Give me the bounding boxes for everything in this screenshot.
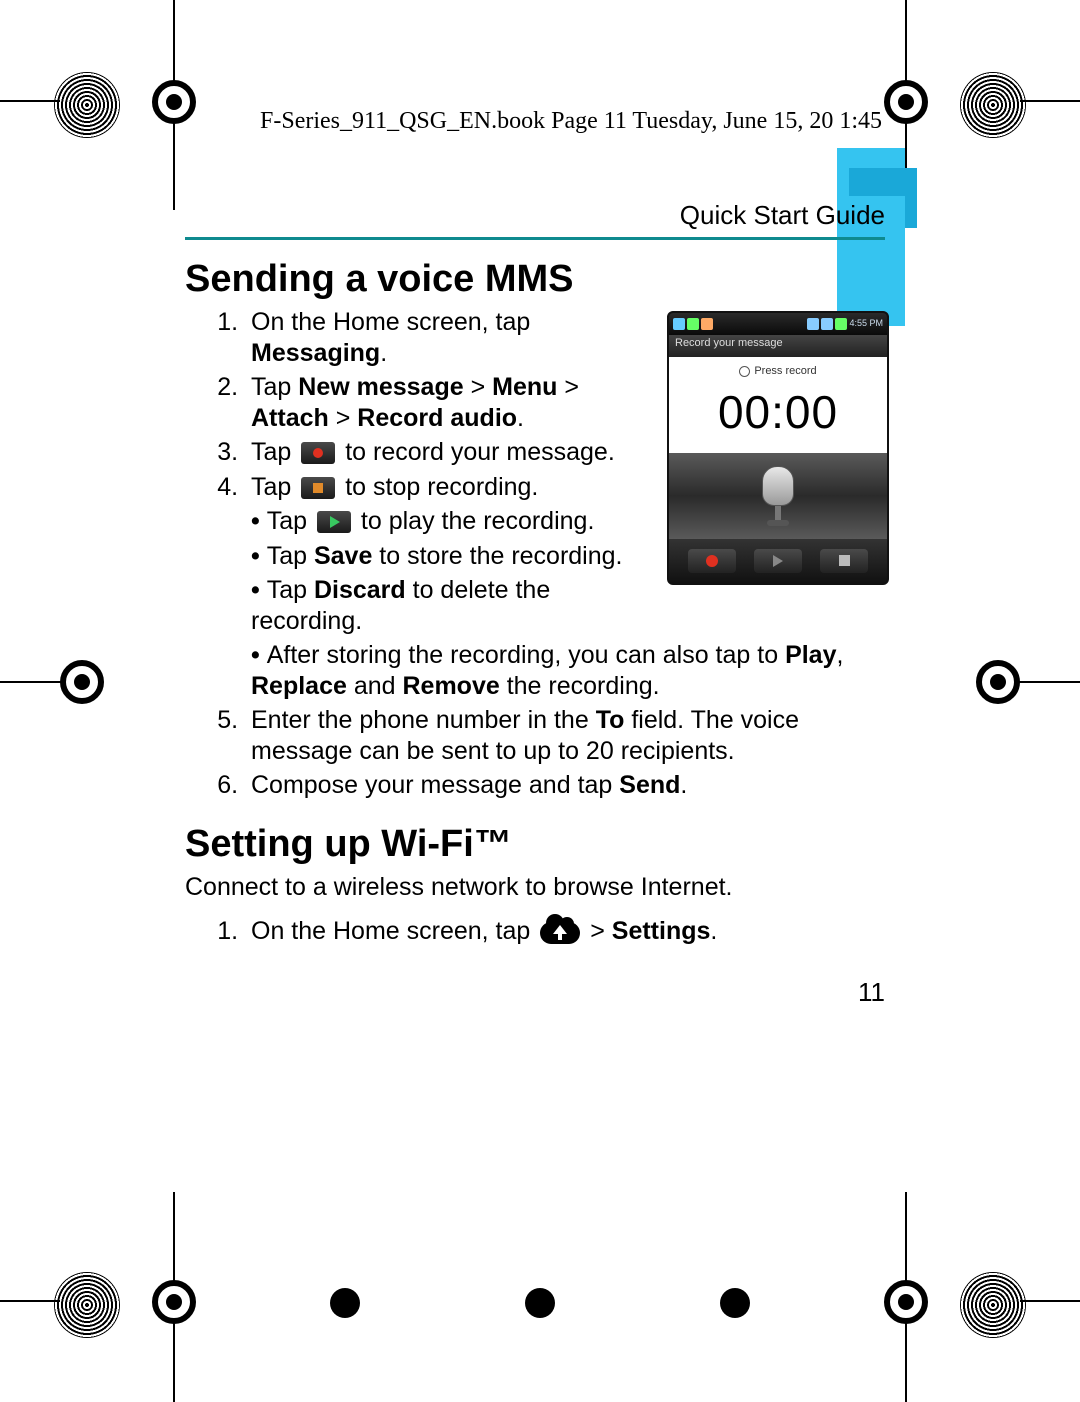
crop-line xyxy=(0,100,60,102)
registration-spiral xyxy=(54,72,120,138)
wifi-icon xyxy=(821,318,833,330)
page-number: 11 xyxy=(185,977,885,1008)
status-time: 4:55 PM xyxy=(849,318,883,330)
mms-bullet-after: After storing the recording, you can als… xyxy=(251,640,885,701)
crop-line xyxy=(1018,681,1080,683)
registration-ring xyxy=(152,1280,196,1324)
status-icon xyxy=(673,318,685,330)
press-record-label: Press record xyxy=(669,365,887,378)
record-icon xyxy=(301,442,335,464)
registration-ring xyxy=(60,660,104,704)
registration-ring xyxy=(884,1280,928,1324)
registration-spiral xyxy=(960,72,1026,138)
registration-dot xyxy=(720,1288,750,1318)
battery-icon xyxy=(835,318,847,330)
status-icon xyxy=(687,318,699,330)
crop-line xyxy=(1020,1300,1080,1302)
mms-step-5: Enter the phone number in the To field. … xyxy=(245,705,885,766)
status-icon xyxy=(701,318,713,330)
phone-record-button xyxy=(688,549,736,573)
registration-ring xyxy=(152,80,196,124)
home-icon xyxy=(540,918,580,946)
crop-line xyxy=(1020,100,1080,102)
page-content: Quick Start Guide Sending a voice MMS 4:… xyxy=(185,200,885,1008)
heading-mms: Sending a voice MMS xyxy=(185,258,885,301)
registration-ring xyxy=(976,660,1020,704)
phone-stop-button xyxy=(820,549,868,573)
signal-icon xyxy=(807,318,819,330)
section-label: Quick Start Guide xyxy=(185,200,885,231)
mms-step-6: Compose your message and tap Send. xyxy=(245,770,885,801)
heading-wifi: Setting up Wi-Fi™ xyxy=(185,823,885,866)
registration-ring xyxy=(884,80,928,124)
record-timer: 00:00 xyxy=(669,384,887,440)
phone-play-button xyxy=(754,549,802,573)
phone-titlebar: Record your message xyxy=(669,335,887,357)
wifi-intro: Connect to a wireless network to browse … xyxy=(185,872,885,903)
registration-dot xyxy=(525,1288,555,1318)
section-rule xyxy=(185,237,885,240)
doc-header: F-Series_911_QSG_EN.book Page 11 Tuesday… xyxy=(260,108,882,135)
registration-spiral xyxy=(960,1272,1026,1338)
registration-dot xyxy=(330,1288,360,1318)
crop-line xyxy=(0,1300,60,1302)
stop-icon xyxy=(301,477,335,499)
wifi-step-1: On the Home screen, tap > Settings. xyxy=(245,916,885,947)
phone-illustration: 4:55 PM Record your message Press record… xyxy=(667,311,885,585)
registration-spiral xyxy=(54,1272,120,1338)
play-icon xyxy=(317,511,351,533)
crop-line xyxy=(0,681,62,683)
mic-graphic xyxy=(669,453,887,539)
